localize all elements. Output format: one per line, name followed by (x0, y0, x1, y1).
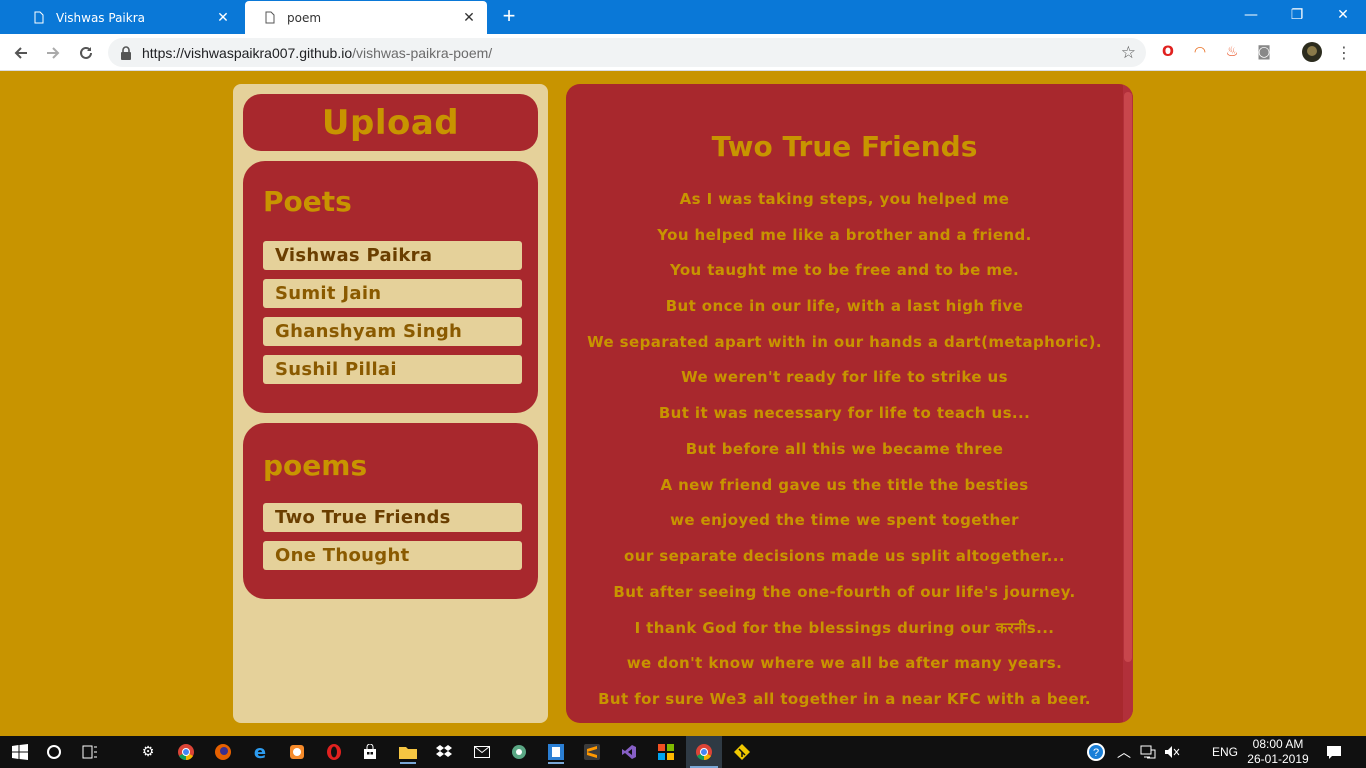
task-view-icon[interactable] (78, 740, 102, 764)
sidebar: Upload Poets Vishwas Paikra Sumit Jain G… (233, 84, 548, 723)
svg-text:?: ? (1093, 747, 1099, 759)
poem-line: But for sure We3 all together in a near … (598, 689, 1091, 708)
clock[interactable]: 08:00 AM 26-01-2019 (1246, 736, 1310, 768)
poem-line: We weren't ready for life to strike us (681, 368, 1008, 387)
poem-line: A new friend gave us the title the besti… (660, 475, 1029, 494)
poet-item[interactable]: Vishwas Paikra (263, 241, 522, 270)
search-circle-icon[interactable] (42, 740, 66, 764)
menu-dots-icon[interactable]: ⋮ (1334, 42, 1354, 62)
chevron-up-icon[interactable]: ︿ (1112, 740, 1136, 764)
poet-item[interactable]: Sumit Jain (263, 279, 522, 308)
poem-body: As I was taking steps, you helped me You… (566, 190, 1123, 723)
tiles-app-icon[interactable] (654, 740, 678, 764)
sublime-text-icon[interactable] (580, 740, 604, 764)
url-host: https://vishwaspaikra007.github.io (142, 44, 353, 61)
circle-app-icon[interactable] (507, 740, 531, 764)
poet-item[interactable]: Sushil Pillai (263, 355, 522, 384)
poem-line: But after seeing the one-fourth of our l… (613, 582, 1076, 601)
clock-date: 26-01-2019 (1247, 752, 1309, 766)
poem-line: As I was taking steps, you helped me (679, 190, 1010, 208)
page-icon (32, 11, 46, 25)
poets-panel: Poets Vishwas Paikra Sumit Jain Ghanshya… (243, 161, 538, 413)
camera-extension-icon[interactable]: ◙ (1254, 42, 1274, 62)
chrome-icon (692, 740, 716, 764)
windows-start-icon[interactable] (8, 740, 32, 764)
utility-app-icon[interactable] (285, 740, 309, 764)
poet-item[interactable]: Ghanshyam Singh (263, 317, 522, 346)
url-input[interactable]: https://vishwaspaikra007.github.io/vishw… (108, 38, 1146, 67)
poem-line: I thank God for the blessings during our… (634, 619, 1055, 638)
poem-line: we don't know where we all be after many… (626, 653, 1063, 672)
sound-muted-icon[interactable] (1160, 740, 1184, 764)
tab-title: Vishwas Paikra (56, 10, 145, 25)
poem-item[interactable]: Two True Friends (263, 503, 522, 532)
new-tab-button[interactable]: + (498, 5, 520, 28)
poem-line: But it was necessary for life to teach u… (658, 404, 1031, 423)
taskbar: ⚙ e ? ︿ ENG 08:00 AM 26-01-2019 (0, 736, 1366, 768)
restore-button[interactable]: ❐ (1274, 0, 1320, 30)
close-icon[interactable]: ✕ (461, 10, 477, 26)
language-indicator[interactable]: ENG (1212, 736, 1238, 768)
scrollbar-thumb[interactable] (1124, 92, 1132, 662)
poem-line: You helped me like a brother and a frien… (657, 225, 1032, 244)
browser-tab-bar: Vishwas Paikra ✕ poem ✕ + — ❐ ✕ (0, 0, 1366, 34)
settings-gear-icon[interactable]: ⚙ (136, 740, 160, 764)
blue-app-icon[interactable] (544, 740, 568, 764)
url-path: /vishwas-paikra-poem/ (352, 44, 493, 61)
upload-button[interactable]: Upload (243, 94, 538, 151)
address-bar-row: https://vishwaspaikra007.github.io/vishw… (0, 34, 1366, 71)
page-icon (263, 11, 277, 25)
poems-panel: poems Two True Friends One Thought (243, 423, 538, 599)
chrome-taskbar-active[interactable] (686, 736, 722, 768)
poem-line: we enjoyed the time we spent together (670, 511, 1019, 530)
opera-icon[interactable] (322, 740, 346, 764)
scrollbar[interactable] (1123, 84, 1133, 723)
chrome-icon[interactable] (174, 740, 198, 764)
poem-line: our separate decisions made us split alt… (624, 546, 1065, 565)
lock-icon (121, 45, 131, 60)
arrow-left-icon (14, 47, 27, 59)
edge-icon[interactable]: e (248, 740, 272, 764)
poem-item[interactable]: One Thought (263, 541, 522, 570)
file-explorer-icon[interactable] (396, 740, 420, 764)
tab-poem[interactable]: poem ✕ (245, 1, 487, 34)
bookmark-star-icon[interactable]: ☆ (1121, 43, 1136, 63)
avatar[interactable] (1302, 42, 1322, 62)
tab-vishwas-paikra[interactable]: Vishwas Paikra ✕ (14, 1, 241, 34)
reload-icon (80, 46, 92, 59)
back-button[interactable] (8, 40, 34, 66)
opera-extension-icon[interactable]: O (1158, 42, 1178, 62)
arrow-right-icon (47, 47, 60, 59)
poems-heading: poems (263, 449, 368, 482)
mail-icon[interactable] (470, 740, 494, 764)
close-window-button[interactable]: ✕ (1320, 0, 1366, 30)
forward-button[interactable] (40, 40, 66, 66)
git-icon[interactable] (730, 740, 754, 764)
speed-extension-icon[interactable]: ◠ (1190, 42, 1210, 62)
store-bag-icon[interactable] (358, 740, 382, 764)
poem-title: Two True Friends (711, 130, 978, 163)
notifications-icon[interactable] (1322, 740, 1346, 764)
minimize-button[interactable]: — (1228, 0, 1274, 30)
dropbox-icon[interactable] (432, 740, 456, 764)
poem-line: We separated apart with in our hands a d… (587, 332, 1102, 351)
poem-panel: Two True Friends As I was taking steps, … (566, 84, 1133, 723)
poets-heading: Poets (263, 185, 352, 218)
firefox-icon[interactable] (211, 740, 235, 764)
help-icon[interactable]: ? (1084, 740, 1108, 764)
poem-line: You taught me to be free and to be me. (669, 261, 1020, 280)
tab-title: poem (287, 10, 322, 25)
fire-extension-icon[interactable]: ♨ (1222, 42, 1242, 62)
clock-time: 08:00 AM (1252, 737, 1304, 751)
reload-button[interactable] (73, 40, 99, 66)
close-icon[interactable]: ✕ (215, 10, 231, 26)
visual-studio-icon[interactable] (617, 740, 641, 764)
network-icon[interactable] (1136, 740, 1160, 764)
poem-line: But once in our life, with a last high f… (665, 297, 1024, 316)
poem-line: But before all this we became three (685, 439, 1004, 458)
